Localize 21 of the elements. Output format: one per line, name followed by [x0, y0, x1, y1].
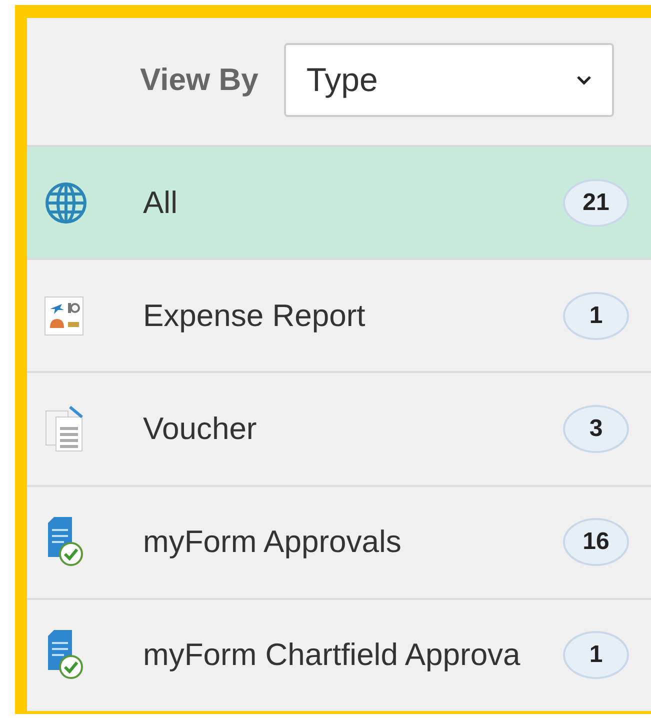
- item-label: myForm Chartfield Approva: [143, 637, 522, 674]
- item-label: myForm Approvals: [143, 524, 402, 560]
- type-list-item[interactable]: All 21: [27, 147, 651, 260]
- item-label: Voucher: [143, 411, 258, 447]
- count-badge: 16: [563, 518, 629, 566]
- count-badge: 3: [563, 405, 629, 453]
- chevron-down-icon: [576, 74, 592, 84]
- travel-expense-icon: [44, 296, 84, 336]
- count-badge: 1: [563, 631, 629, 680]
- item-label: All: [143, 184, 178, 221]
- type-list-item[interactable]: myForm Approvals 16: [27, 486, 651, 600]
- type-dropdown[interactable]: Type: [284, 42, 614, 116]
- document-icon: [44, 405, 84, 453]
- count-badge: 21: [563, 178, 629, 227]
- globe-icon: [44, 180, 88, 225]
- type-list-item[interactable]: myForm Chartfield Approva 1: [27, 600, 651, 712]
- view-by-label: View By: [140, 62, 258, 98]
- count-badge: 1: [563, 292, 629, 340]
- type-list-item[interactable]: Expense Report 1: [27, 260, 651, 374]
- type-list-item[interactable]: Voucher 3: [27, 373, 651, 487]
- item-label: Expense Report: [143, 298, 366, 334]
